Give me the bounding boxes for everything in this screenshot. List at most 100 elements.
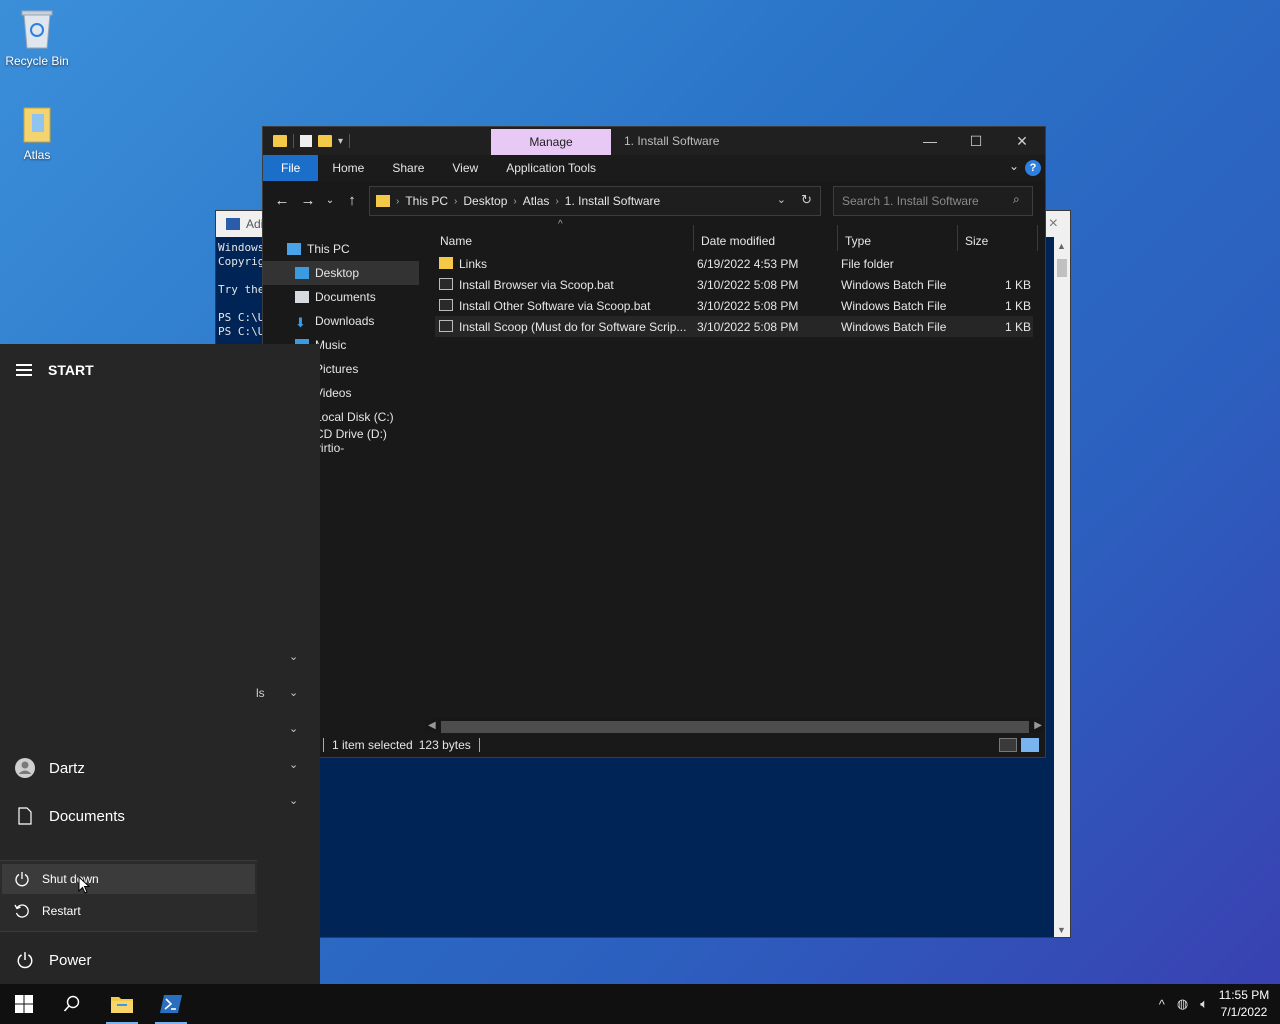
chevron-down-icon[interactable]: ⌄	[289, 722, 298, 735]
breadcrumb-separator-icon[interactable]: ›	[555, 196, 558, 207]
search-icon	[63, 995, 80, 1012]
column-divider[interactable]	[1037, 225, 1038, 251]
back-arrow-icon[interactable]: ←	[269, 192, 295, 209]
tab-application-tools[interactable]: Application Tools	[492, 155, 610, 181]
breadcrumb-separator-icon[interactable]: ›	[513, 196, 516, 207]
address-bar[interactable]: › This PC › Desktop › Atlas › 1. Install…	[369, 186, 821, 216]
column-divider[interactable]	[957, 225, 958, 251]
breadcrumb-current[interactable]: 1. Install Software	[565, 194, 660, 208]
powershell-scrollbar[interactable]: ▲ ▼	[1054, 237, 1070, 937]
chevron-down-icon[interactable]: ⌄	[289, 758, 298, 771]
breadcrumb-this-pc[interactable]: This PC	[405, 194, 448, 208]
tab-view[interactable]: View	[438, 155, 492, 181]
folder-icon	[273, 135, 287, 147]
scroll-down-arrow-icon[interactable]: ▼	[1057, 925, 1066, 935]
search-icon[interactable]: ⌕	[1013, 192, 1037, 207]
power-icon	[14, 949, 36, 971]
breadcrumb-desktop[interactable]: Desktop	[463, 194, 507, 208]
folder-icon	[439, 257, 453, 269]
restart-button[interactable]: Restart	[2, 896, 255, 926]
scroll-thumb[interactable]	[1057, 259, 1067, 277]
scroll-up-arrow-icon[interactable]: ▲	[1057, 241, 1066, 251]
close-button[interactable]: ✕	[999, 127, 1045, 155]
up-arrow-icon[interactable]: ↑	[339, 192, 365, 209]
qat-dropdown-icon[interactable]: ▾	[338, 136, 343, 147]
file-explorer-window[interactable]: ▾ Manage 1. Install Software — ☐ ✕ File …	[262, 126, 1046, 758]
network-globe-icon[interactable]: ◍	[1177, 996, 1188, 1012]
desktop-icon-atlas[interactable]: Atlas	[2, 104, 72, 162]
ribbon-tabs: File Home Share View Application Tools ⌄…	[263, 155, 1045, 181]
recent-locations-icon[interactable]: ⌄	[321, 195, 339, 206]
explorer-titlebar[interactable]: ▾ Manage 1. Install Software — ☐ ✕	[263, 127, 1045, 155]
start-button[interactable]	[0, 984, 48, 1024]
taskbar-file-explorer[interactable]	[98, 984, 146, 1024]
file-row[interactable]: Install Other Software via Scoop.bat 3/1…	[435, 295, 1033, 316]
minimize-button[interactable]: —	[907, 127, 953, 155]
nav-item-downloads[interactable]: ⬇ Downloads	[263, 309, 419, 333]
scroll-thumb[interactable]	[441, 721, 1029, 733]
taskbar-clock[interactable]: 11:55 PM 7/1/2022	[1214, 987, 1274, 1021]
powershell-close-button[interactable]: ×	[1049, 215, 1058, 233]
column-header-type[interactable]: Type	[845, 229, 871, 253]
start-title: START	[48, 362, 94, 378]
tab-file[interactable]: File	[263, 155, 319, 181]
file-row[interactable]: Links 6/19/2022 4:53 PM File folder	[435, 253, 1033, 274]
scroll-right-arrow-icon[interactable]: ▶	[1034, 720, 1042, 731]
taskbar-powershell[interactable]	[147, 984, 195, 1024]
volume-muted-icon[interactable]: 🔈︎	[1200, 996, 1208, 1012]
help-icon[interactable]: ?	[1025, 160, 1041, 176]
taskbar-search-button[interactable]	[48, 984, 96, 1024]
windows-logo-icon	[15, 995, 33, 1013]
start-menu-header[interactable]: START	[16, 362, 94, 378]
file-name: Links	[459, 257, 488, 271]
chevron-down-icon[interactable]: ⌄	[289, 794, 298, 807]
nav-item-this-pc[interactable]: This PC	[263, 237, 419, 261]
nav-label: Videos	[315, 386, 352, 400]
file-date: 3/10/2022 5:08 PM	[697, 278, 799, 292]
breadcrumb-atlas[interactable]: Atlas	[523, 194, 550, 208]
address-dropdown-icon[interactable]: ⌄	[777, 193, 786, 206]
desktop-icon-recycle-bin[interactable]: Recycle Bin	[2, 8, 72, 68]
nav-item-desktop[interactable]: Desktop	[263, 261, 419, 285]
column-header-name[interactable]: Name	[440, 229, 472, 253]
manage-contextual-tab[interactable]: Manage	[491, 129, 611, 155]
column-divider[interactable]	[693, 225, 694, 251]
new-folder-icon[interactable]	[318, 135, 332, 147]
documents-label: Documents	[49, 807, 125, 825]
file-type: File folder	[841, 257, 894, 271]
breadcrumb-separator-icon[interactable]: ›	[454, 196, 457, 207]
tab-home[interactable]: Home	[318, 155, 378, 181]
large-icons-view-icon[interactable]	[1021, 738, 1039, 752]
expand-ribbon-icon[interactable]: ⌄	[1009, 159, 1019, 173]
chevron-down-icon[interactable]: ⌄	[289, 686, 298, 699]
mouse-cursor-icon	[78, 876, 90, 894]
column-header-date-modified[interactable]: Date modified	[701, 229, 775, 253]
column-divider[interactable]	[837, 225, 838, 251]
maximize-button[interactable]: ☐	[953, 127, 999, 155]
chevron-up-icon[interactable]: ^	[1159, 997, 1165, 1012]
hamburger-menu-icon[interactable]	[16, 364, 32, 376]
status-selected-size: 123 bytes	[418, 738, 471, 752]
desktop-icon-label: Recycle Bin	[5, 54, 69, 68]
forward-arrow-icon[interactable]: →	[295, 192, 321, 209]
file-row[interactable]: Install Browser via Scoop.bat 3/10/2022 …	[435, 274, 1033, 295]
search-input[interactable]: Search 1. Install Software	[833, 186, 1033, 216]
nav-item-documents[interactable]: Documents	[263, 285, 419, 309]
user-name: Dartz	[49, 759, 85, 777]
file-size: 1 KB	[1004, 278, 1031, 292]
file-list[interactable]: ^ Name Date modified Type Size Links 6/1…	[421, 219, 1038, 723]
refresh-icon[interactable]: ↻	[801, 192, 812, 208]
desktop-icon-label: Atlas	[23, 148, 51, 162]
file-row-selected[interactable]: Install Scoop (Must do for Software Scri…	[435, 316, 1033, 337]
start-user-account[interactable]: Dartz	[14, 757, 85, 779]
shut-down-button[interactable]: Shut down	[2, 864, 255, 894]
restart-label: Restart	[42, 904, 81, 918]
chevron-down-icon[interactable]: ⌄	[289, 650, 298, 663]
scroll-left-arrow-icon[interactable]: ◀	[428, 720, 436, 731]
start-power-button[interactable]: Power	[14, 949, 92, 971]
tab-share[interactable]: Share	[378, 155, 438, 181]
details-view-icon[interactable]	[999, 738, 1017, 752]
start-documents[interactable]: Documents	[14, 805, 125, 827]
properties-check-icon[interactable]	[300, 135, 312, 147]
column-header-size[interactable]: Size	[965, 229, 988, 253]
